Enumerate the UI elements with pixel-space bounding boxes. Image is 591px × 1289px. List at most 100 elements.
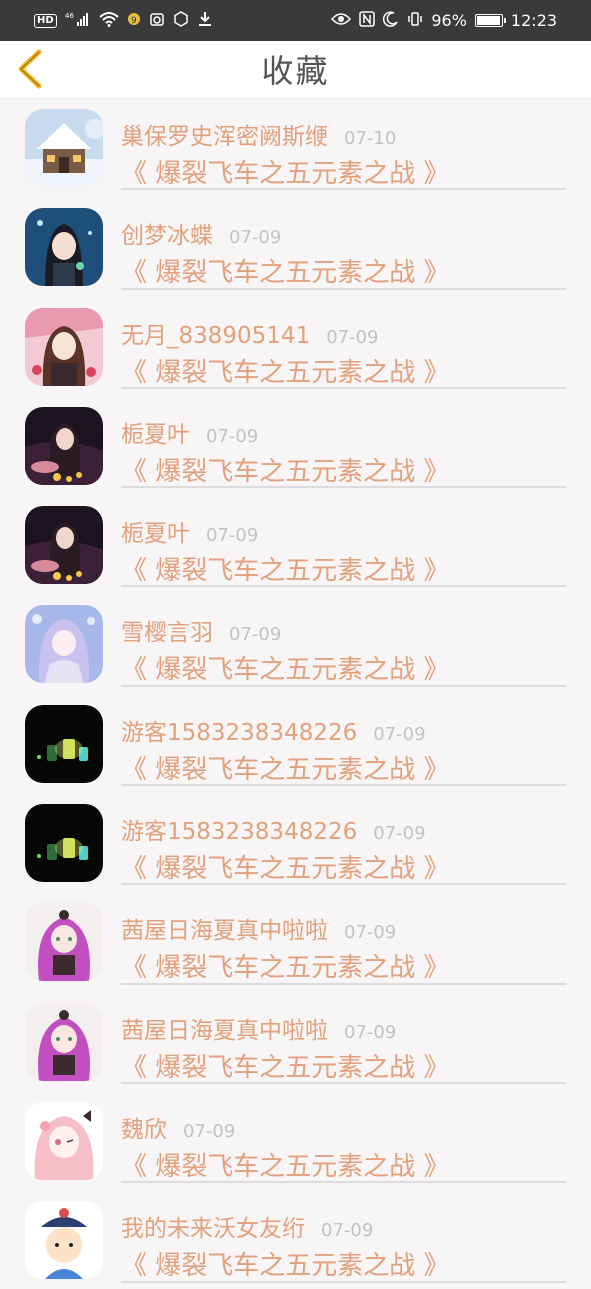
- eye-icon: [331, 12, 352, 29]
- book-title[interactable]: 《 爆裂飞车之五元素之战 》: [121, 749, 450, 786]
- status-bar-right: 96% 12:23: [331, 11, 557, 30]
- divider: [121, 982, 566, 985]
- user-name[interactable]: 游客1583238348226: [121, 713, 357, 747]
- name-line: 栀夏叶 07-09: [121, 514, 561, 548]
- avatar[interactable]: [25, 605, 103, 684]
- list-item[interactable]: 创梦冰蝶 07-09 《 爆裂飞车之五元素之战 》: [0, 196, 591, 295]
- book-title[interactable]: 《 爆裂飞车之五元素之战 》: [121, 550, 450, 587]
- hd-icon: HD: [34, 13, 57, 28]
- download-icon: [197, 11, 213, 30]
- book-title[interactable]: 《 爆裂飞车之五元素之战 》: [121, 848, 450, 885]
- date-label: 07-09: [229, 227, 282, 249]
- divider: [121, 386, 566, 389]
- divider: [121, 1081, 566, 1084]
- divider: [121, 1181, 566, 1184]
- date-label: 07-09: [373, 823, 426, 845]
- book-title[interactable]: 《 爆裂飞车之五元素之战 》: [121, 947, 450, 984]
- chevron-left-icon: [18, 49, 42, 89]
- avatar[interactable]: [25, 109, 103, 187]
- date-label: 07-10: [344, 128, 397, 149]
- list-item[interactable]: 雪樱言羽 07-09 《 爆裂飞车之五元素之战 》: [0, 593, 591, 692]
- user-name[interactable]: 雪樱言羽: [121, 613, 213, 647]
- book-title[interactable]: 《 爆裂飞车之五元素之战 》: [121, 1146, 450, 1183]
- list-item[interactable]: 我的未来沃女友绗 07-09 《 爆裂飞车之五元素之战 》: [0, 1189, 591, 1288]
- divider: [121, 883, 566, 886]
- avatar[interactable]: [25, 506, 103, 585]
- battery-percent: 96%: [431, 11, 467, 30]
- avatar[interactable]: [25, 1101, 103, 1180]
- signal-icon: 46: [65, 11, 91, 30]
- date-label: 07-09: [326, 326, 379, 348]
- book-title[interactable]: 《 爆裂飞车之五元素之战 》: [121, 451, 450, 488]
- list-item[interactable]: 魏欣 07-09 《 爆裂飞车之五元素之战 》: [0, 1090, 591, 1189]
- clock: 12:23: [510, 11, 557, 30]
- header: 收藏: [0, 41, 591, 97]
- nfc-icon: [359, 11, 376, 30]
- date-label: 07-09: [183, 1120, 236, 1142]
- list-item[interactable]: 无月_838905141 07-09 《 爆裂飞车之五元素之战 》: [0, 296, 591, 395]
- name-line: 无月_838905141 07-09: [121, 316, 561, 350]
- name-line: 巢保罗史浑密阙斯缏 07-10: [121, 117, 561, 151]
- favorites-list: 巢保罗史浑密阙斯缏 07-10 《 爆裂飞车之五元素之战 》创梦冰蝶 07-09 《 爆…: [0, 97, 591, 1289]
- name-line: 茜屋日海夏真中啦啦 07-09: [121, 1011, 561, 1045]
- avatar[interactable]: [25, 307, 103, 386]
- divider: [121, 684, 566, 687]
- name-line: 创梦冰蝶 07-09: [121, 216, 561, 250]
- hexagon-app-icon: [173, 11, 189, 30]
- avatar[interactable]: [25, 1002, 103, 1081]
- avatar[interactable]: [25, 804, 103, 883]
- name-line: 茜屋日海夏真中啦啦 07-09: [121, 911, 561, 945]
- name-line: 我的未来沃女友绗 07-09: [121, 1209, 561, 1243]
- divider: [121, 585, 566, 588]
- date-label: 07-09: [344, 922, 397, 944]
- avatar[interactable]: [25, 903, 103, 982]
- notification-app-icon: 9: [127, 11, 141, 30]
- date-label: 07-09: [344, 1021, 397, 1043]
- date-label: 07-09: [229, 624, 282, 646]
- vibrate-icon: [407, 11, 423, 30]
- user-name[interactable]: 栀夏叶: [121, 415, 190, 449]
- list-item[interactable]: 栀夏叶 07-09 《 爆裂飞车之五元素之战 》: [0, 494, 591, 593]
- book-title[interactable]: 《 爆裂飞车之五元素之战 》: [121, 153, 450, 190]
- avatar[interactable]: [25, 704, 103, 783]
- user-name[interactable]: 我的未来沃女友绗: [121, 1209, 305, 1243]
- date-label: 07-09: [206, 525, 259, 547]
- user-name[interactable]: 魏欣: [121, 1110, 167, 1144]
- name-line: 游客1583238348226 07-09: [121, 812, 561, 846]
- book-title[interactable]: 《 爆裂飞车之五元素之战 》: [121, 1245, 450, 1282]
- page-title: 收藏: [261, 52, 330, 90]
- book-title[interactable]: 《 爆裂飞车之五元素之战 》: [121, 1047, 450, 1084]
- battery-icon: [474, 14, 506, 27]
- user-name[interactable]: 无月_838905141: [121, 316, 310, 350]
- moon-icon: [383, 11, 399, 30]
- avatar[interactable]: [25, 208, 103, 287]
- list-item[interactable]: 茜屋日海夏真中啦啦 07-09 《 爆裂飞车之五元素之战 》: [0, 891, 591, 990]
- wifi-icon: [99, 11, 119, 30]
- name-line: 游客1583238348226 07-09: [121, 713, 561, 747]
- book-title[interactable]: 《 爆裂飞车之五元素之战 》: [121, 252, 450, 289]
- avatar[interactable]: [25, 1201, 103, 1280]
- status-bar-left: HD 46 9: [34, 11, 213, 30]
- avatar[interactable]: [25, 406, 103, 485]
- name-line: 雪樱言羽 07-09: [121, 613, 561, 647]
- list-item[interactable]: 栀夏叶 07-09 《 爆裂飞车之五元素之战 》: [0, 395, 591, 494]
- divider: [121, 486, 566, 489]
- user-name[interactable]: 创梦冰蝶: [121, 216, 213, 250]
- divider: [121, 188, 566, 191]
- network-type-label: 46: [65, 12, 74, 20]
- user-name[interactable]: 栀夏叶: [121, 514, 190, 548]
- list-item[interactable]: 游客1583238348226 07-09 《 爆裂飞车之五元素之战 》: [0, 693, 591, 792]
- user-name[interactable]: 巢保罗史浑密阙斯缏: [121, 117, 328, 151]
- list-item[interactable]: 茜屋日海夏真中啦啦 07-09 《 爆裂飞车之五元素之战 》: [0, 991, 591, 1090]
- date-label: 07-09: [206, 425, 259, 447]
- gallery-app-icon: [149, 11, 165, 30]
- user-name[interactable]: 游客1583238348226: [121, 812, 357, 846]
- book-title[interactable]: 《 爆裂飞车之五元素之战 》: [121, 352, 450, 389]
- user-name[interactable]: 茜屋日海夏真中啦啦: [121, 911, 328, 945]
- list-item[interactable]: 巢保罗史浑密阙斯缏 07-10 《 爆裂飞车之五元素之战 》: [0, 97, 591, 196]
- list-item[interactable]: 游客1583238348226 07-09 《 爆裂飞车之五元素之战 》: [0, 792, 591, 891]
- name-line: 栀夏叶 07-09: [121, 415, 561, 449]
- book-title[interactable]: 《 爆裂飞车之五元素之战 》: [121, 649, 450, 686]
- back-button[interactable]: [12, 49, 48, 89]
- user-name[interactable]: 茜屋日海夏真中啦啦: [121, 1011, 328, 1045]
